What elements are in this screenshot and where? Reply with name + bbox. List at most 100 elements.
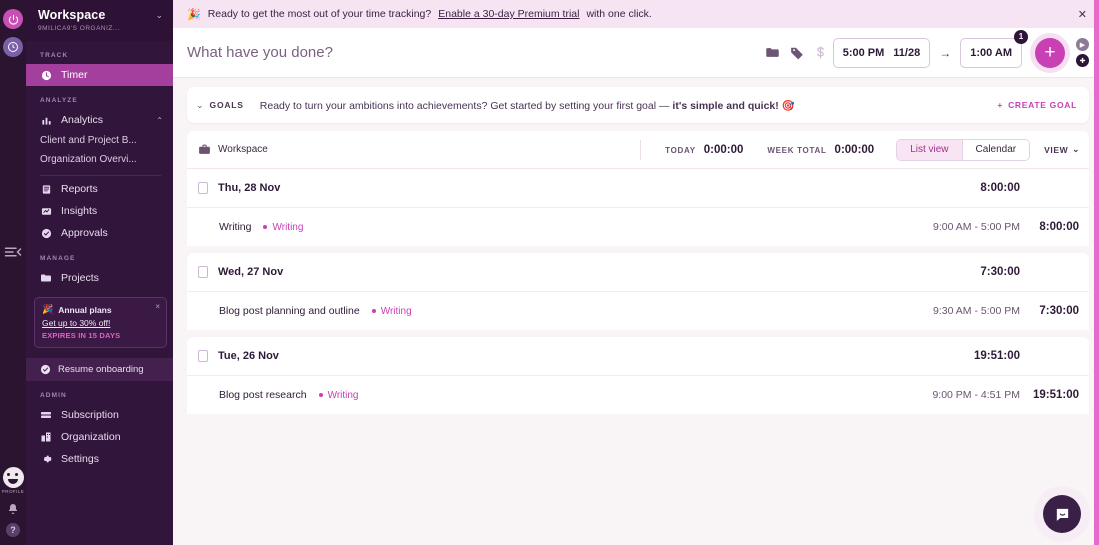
sidebar-item-insights[interactable]: Insights xyxy=(26,200,173,222)
week-label: WEEK TOTAL xyxy=(767,145,827,155)
sidebar-item-analytics[interactable]: Analytics ⌃ xyxy=(26,109,173,131)
bell-icon[interactable] xyxy=(6,501,21,516)
goals-label: GOALS xyxy=(209,100,244,110)
entry-duration[interactable]: 19:51:00 xyxy=(1020,389,1079,401)
goals-message-bold: it's simple and quick! xyxy=(672,99,779,112)
view-options-menu[interactable]: VIEW ⌄ xyxy=(1044,144,1080,155)
entry-project-label: Writing xyxy=(272,221,304,233)
close-icon[interactable]: × xyxy=(155,302,160,311)
tab-list-view[interactable]: List view xyxy=(897,139,963,160)
sidebar-item-label: Analytics xyxy=(61,114,104,126)
entry-timespan[interactable]: 9:00 PM - 4:51 PM xyxy=(932,389,1020,401)
sidebar-item-label: Settings xyxy=(61,453,99,465)
section-label-manage: MANAGE xyxy=(40,255,76,262)
entry-project-tag[interactable]: Writing xyxy=(263,222,303,233)
chevron-down-icon: ⌄ xyxy=(1072,144,1080,154)
workspace-switcher[interactable]: Workspace ⌄ 9MILICA9'S ORGANIZ... xyxy=(26,0,173,41)
plus-icon[interactable]: ✚ xyxy=(1076,54,1089,67)
chat-bubble-icon[interactable] xyxy=(1043,495,1081,533)
sidebar-item-label: Timer xyxy=(61,69,88,81)
goals-message-plain: Ready to turn your ambitions into achiev… xyxy=(259,99,673,112)
start-time-field[interactable]: 5:00 PM 11/28 xyxy=(832,37,931,68)
day-group: Tue, 26 Nov 19:51:00 Blog post research … xyxy=(187,337,1089,414)
clock-icon[interactable] xyxy=(3,37,23,57)
entry-timespan[interactable]: 9:30 AM - 5:00 PM xyxy=(933,305,1020,317)
sidebar-item-label: Reports xyxy=(61,183,98,195)
day-label: Wed, 27 Nov xyxy=(218,266,284,278)
annual-plans-promo[interactable]: × 🎉 Annual plans Get up to 30% off! EXPI… xyxy=(34,297,167,348)
sidebar-item-settings[interactable]: Settings xyxy=(26,448,173,470)
sidebar-item-organization[interactable]: Organization xyxy=(26,426,173,448)
workspace-toolbar: Workspace TODAY 0:00:00 WEEK TOTAL 0:00:… xyxy=(187,131,1089,169)
sidebar-item-label: Approvals xyxy=(61,227,108,239)
view-toggle: List view Calendar xyxy=(896,138,1031,161)
workspace-subtitle: 9MILICA9'S ORGANIZ... xyxy=(38,25,120,32)
sidebar: Workspace ⌄ 9MILICA9'S ORGANIZ... TRACK … xyxy=(26,0,173,545)
sidebar-item-projects[interactable]: Projects xyxy=(26,267,173,289)
entry-project-label: Writing xyxy=(380,305,412,317)
billable-icon[interactable] xyxy=(809,41,833,65)
chevron-down-icon[interactable]: ⌄ xyxy=(196,100,204,111)
table-row[interactable]: Blog post planning and outline Writing 9… xyxy=(187,292,1089,330)
section-label-admin: ADMIN xyxy=(40,392,67,399)
entry-description[interactable]: Writing xyxy=(219,221,251,233)
description-input[interactable] xyxy=(187,44,761,61)
project-color-dot-icon xyxy=(263,225,268,229)
end-time-value: 1:00 AM xyxy=(970,46,1012,59)
workspace-name: Workspace xyxy=(218,144,268,155)
check-circle-icon xyxy=(40,364,51,375)
main-content: 🎉 Ready to get the most out of your time… xyxy=(173,0,1099,545)
avatar-image xyxy=(2,467,24,488)
banner-text-after: with one click. xyxy=(586,8,652,20)
party-popper-icon: 🎉 xyxy=(42,304,54,314)
promo-link[interactable]: Get up to 30% off! xyxy=(42,318,159,328)
banner-text-before: Ready to get the most out of your time t… xyxy=(207,8,432,20)
entry-description[interactable]: Blog post planning and outline xyxy=(219,305,360,317)
add-entry-button[interactable]: + xyxy=(1035,37,1065,68)
entry-project-label: Writing xyxy=(327,389,359,401)
sidebar-item-label: Organization xyxy=(61,431,121,443)
help-icon[interactable]: ? xyxy=(6,523,20,537)
day-select-checkbox[interactable] xyxy=(198,350,208,362)
week-value: 0:00:00 xyxy=(834,143,875,156)
entry-duration[interactable]: 7:30:00 xyxy=(1020,305,1079,317)
banner-trial-link[interactable]: Enable a 30-day Premium trial xyxy=(438,8,579,20)
toolbar-divider xyxy=(640,139,642,160)
start-time-value: 5:00 PM xyxy=(842,46,885,59)
create-goal-button[interactable]: + CREATE GOAL xyxy=(997,100,1077,110)
entry-description[interactable]: Blog post research xyxy=(219,389,307,401)
table-row[interactable]: Blog post research Writing 9:00 PM - 4:5… xyxy=(187,376,1089,414)
gear-icon xyxy=(40,453,52,465)
sidebar-item-approvals[interactable]: Approvals xyxy=(26,222,173,244)
sidebar-item-client-project-breakdown[interactable]: Client and Project B... xyxy=(26,131,173,150)
avatar-label: PROFILE xyxy=(1,489,25,494)
close-icon[interactable]: ✕ xyxy=(1078,8,1087,21)
sidebar-collapse-icon[interactable] xyxy=(4,245,22,259)
sidebar-item-subscription[interactable]: Subscription xyxy=(26,404,173,426)
chevron-up-icon[interactable]: ⌃ xyxy=(156,116,163,125)
chevron-down-icon[interactable]: ⌄ xyxy=(155,10,163,21)
resume-onboarding-button[interactable]: Resume onboarding xyxy=(26,358,173,381)
promo-title: Annual plans xyxy=(58,304,112,315)
goals-message: Ready to turn your ambitions into achiev… xyxy=(260,99,795,112)
entry-project-tag[interactable]: Writing xyxy=(371,305,412,317)
tab-calendar[interactable]: Calendar xyxy=(962,139,1030,160)
sidebar-item-reports[interactable]: Reports xyxy=(26,178,173,200)
end-time-field[interactable]: 1:00 AM xyxy=(960,37,1022,68)
resume-onboarding-label: Resume onboarding xyxy=(58,364,144,375)
entry-project-tag[interactable]: Writing xyxy=(318,389,359,401)
day-select-checkbox[interactable] xyxy=(198,266,208,278)
tag-icon[interactable] xyxy=(785,41,809,65)
avatar[interactable]: PROFILE xyxy=(2,467,24,494)
entry-timespan[interactable]: 9:00 AM - 5:00 PM xyxy=(933,221,1020,233)
table-row[interactable]: Writing Writing 9:00 AM - 5:00 PM 8:00:0… xyxy=(187,208,1089,246)
sidebar-item-organization-overview[interactable]: Organization Overvi... xyxy=(26,150,173,169)
play-icon[interactable]: ▶ xyxy=(1076,38,1089,51)
entry-duration[interactable]: 8:00:00 xyxy=(1020,221,1079,233)
power-icon[interactable] xyxy=(3,9,23,29)
folder-icon[interactable] xyxy=(761,41,785,65)
promo-expiry: EXPIRES IN 15 DAYS xyxy=(42,331,121,340)
sidebar-item-timer[interactable]: Timer xyxy=(26,64,173,86)
mode-switch-group: ▶ ✚ xyxy=(1076,38,1089,67)
day-select-checkbox[interactable] xyxy=(198,182,208,194)
